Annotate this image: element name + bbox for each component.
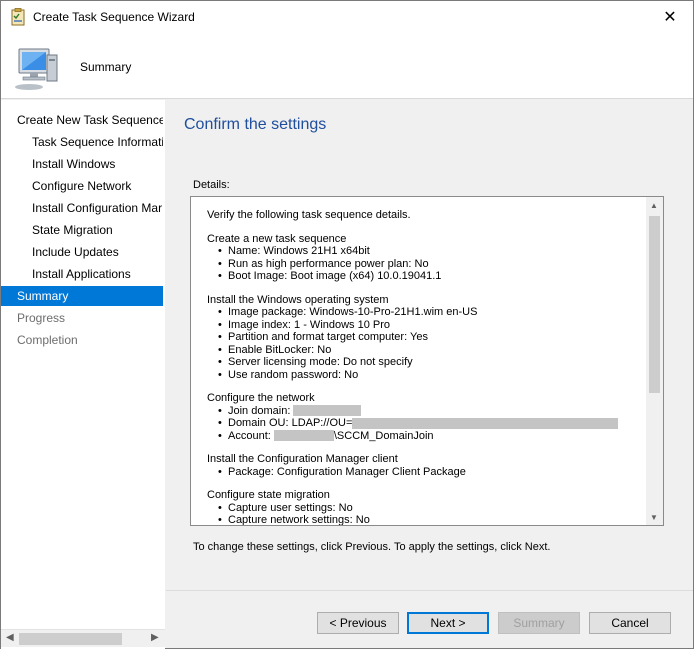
page-title: Summary xyxy=(80,60,132,74)
section-title: Install the Configuration Manager client xyxy=(207,453,398,465)
cancel-button[interactable]: Cancel xyxy=(589,612,671,634)
scroll-thumb[interactable] xyxy=(649,216,660,393)
close-icon[interactable]: ✕ xyxy=(647,1,693,33)
section-title: Create a new task sequence xyxy=(207,232,347,245)
detail-line: Domain OU: LDAP://OU= xyxy=(218,417,647,430)
wizard-header: Summary xyxy=(1,33,693,99)
detail-line: Package: Configuration Manager Client Pa… xyxy=(218,466,647,479)
wizard-window: Create Task Sequence Wizard ✕ Summary Cr… xyxy=(0,0,694,650)
redacted-block xyxy=(273,430,334,442)
join-domain-label: Join domain: xyxy=(228,404,291,417)
details-intro: Verify the following task sequence detai… xyxy=(207,209,411,221)
detail-line: Name: Windows 21H1 x64bit xyxy=(218,245,647,258)
detail-line: Enable BitLocker: No xyxy=(218,344,647,357)
detail-line: Image index: 1 - Windows 10 Pro xyxy=(218,319,647,332)
section-title: Configure state migration xyxy=(207,489,330,501)
section-install-client: Install the Configuration Manager client… xyxy=(207,453,647,478)
nav-step-install-applications[interactable]: Install Applications xyxy=(1,264,163,284)
nav-step-include-updates[interactable]: Include Updates xyxy=(1,242,163,262)
details-label: Details: xyxy=(193,179,230,191)
detail-line: Account: \SCCM_DomainJoin xyxy=(218,430,647,443)
section-install-windows: Install the Windows operating system Ima… xyxy=(207,294,647,382)
detail-line: Join domain: xyxy=(218,405,647,418)
window-title: Create Task Sequence Wizard xyxy=(33,10,195,24)
wizard-icon xyxy=(9,8,27,26)
scroll-left-icon[interactable]: ◀ xyxy=(6,632,14,643)
instructions-text: To change these settings, click Previous… xyxy=(193,541,551,553)
confirm-heading: Confirm the settings xyxy=(184,116,327,133)
nav-step-task-sequence-informati[interactable]: Task Sequence Informati xyxy=(1,132,163,152)
detail-line: Server licensing mode: Do not specify xyxy=(218,356,647,369)
summary-button[interactable]: Summary xyxy=(498,612,580,634)
content-panel: Confirm the settings Details: Verify the… xyxy=(166,100,693,590)
details-vertical-scrollbar[interactable]: ▲ ▼ xyxy=(646,197,663,525)
section-state-migration: Configure state migration Capture user s… xyxy=(207,489,647,525)
redacted-block xyxy=(293,405,362,417)
section-title: Install the Windows operating system xyxy=(207,293,389,306)
details-content: Verify the following task sequence detai… xyxy=(207,209,647,525)
redacted-block xyxy=(352,417,619,429)
detail-line: Partition and format target computer: Ye… xyxy=(218,331,647,344)
next-button[interactable]: Next > xyxy=(407,612,489,634)
detail-line: Boot Image: Boot image (x64) 10.0.19041.… xyxy=(218,270,647,283)
details-textbox[interactable]: Verify the following task sequence detai… xyxy=(190,196,664,526)
nav-step-state-migration[interactable]: State Migration xyxy=(1,220,163,240)
wizard-steps-nav: Create New Task Sequence Task Sequence In… xyxy=(1,100,165,650)
scroll-right-icon[interactable]: ▶ xyxy=(151,632,159,643)
detail-line: Capture user settings: No xyxy=(218,502,647,515)
nav-step-completion[interactable]: Completion xyxy=(1,330,163,350)
nav-step-configure-network[interactable]: Configure Network xyxy=(1,176,163,196)
nav-step-create-new-task-sequence[interactable]: Create New Task Sequence xyxy=(1,110,163,130)
detail-line: Use random password: No xyxy=(218,369,647,382)
section-configure-network: Configure the network Join domain: Domai… xyxy=(207,392,647,442)
account-suffix: \SCCM_DomainJoin xyxy=(333,429,434,442)
nav-step-summary[interactable]: Summary xyxy=(1,286,163,306)
previous-button[interactable]: < Previous xyxy=(317,612,399,634)
scroll-up-icon[interactable]: ▲ xyxy=(650,201,658,210)
nav-step-install-configuration-mar[interactable]: Install Configuration Mar xyxy=(1,198,163,218)
scroll-down-icon[interactable]: ▼ xyxy=(650,513,658,522)
scroll-thumb[interactable] xyxy=(19,633,122,645)
detail-line: Image package: Windows-10-Pro-21H1.wim e… xyxy=(218,306,647,319)
nav-step-install-windows[interactable]: Install Windows xyxy=(1,154,163,174)
section-create-task-sequence: Create a new task sequence Name: Windows… xyxy=(207,233,647,283)
nav-horizontal-scrollbar[interactable]: ◀ ▶ xyxy=(1,629,165,647)
detail-line: Capture network settings: No xyxy=(218,514,647,525)
account-label: Account: xyxy=(228,429,271,442)
detail-line: Run as high performance power plan: No xyxy=(218,258,647,271)
domain-ou-label: Domain OU: LDAP://OU= xyxy=(228,417,353,429)
section-title: Configure the network xyxy=(207,392,315,404)
computer-icon xyxy=(9,41,63,93)
title-bar[interactable]: Create Task Sequence Wizard ✕ xyxy=(1,1,693,33)
nav-step-progress[interactable]: Progress xyxy=(1,308,163,328)
button-bar: < Previous Next > Summary Cancel xyxy=(166,590,693,648)
